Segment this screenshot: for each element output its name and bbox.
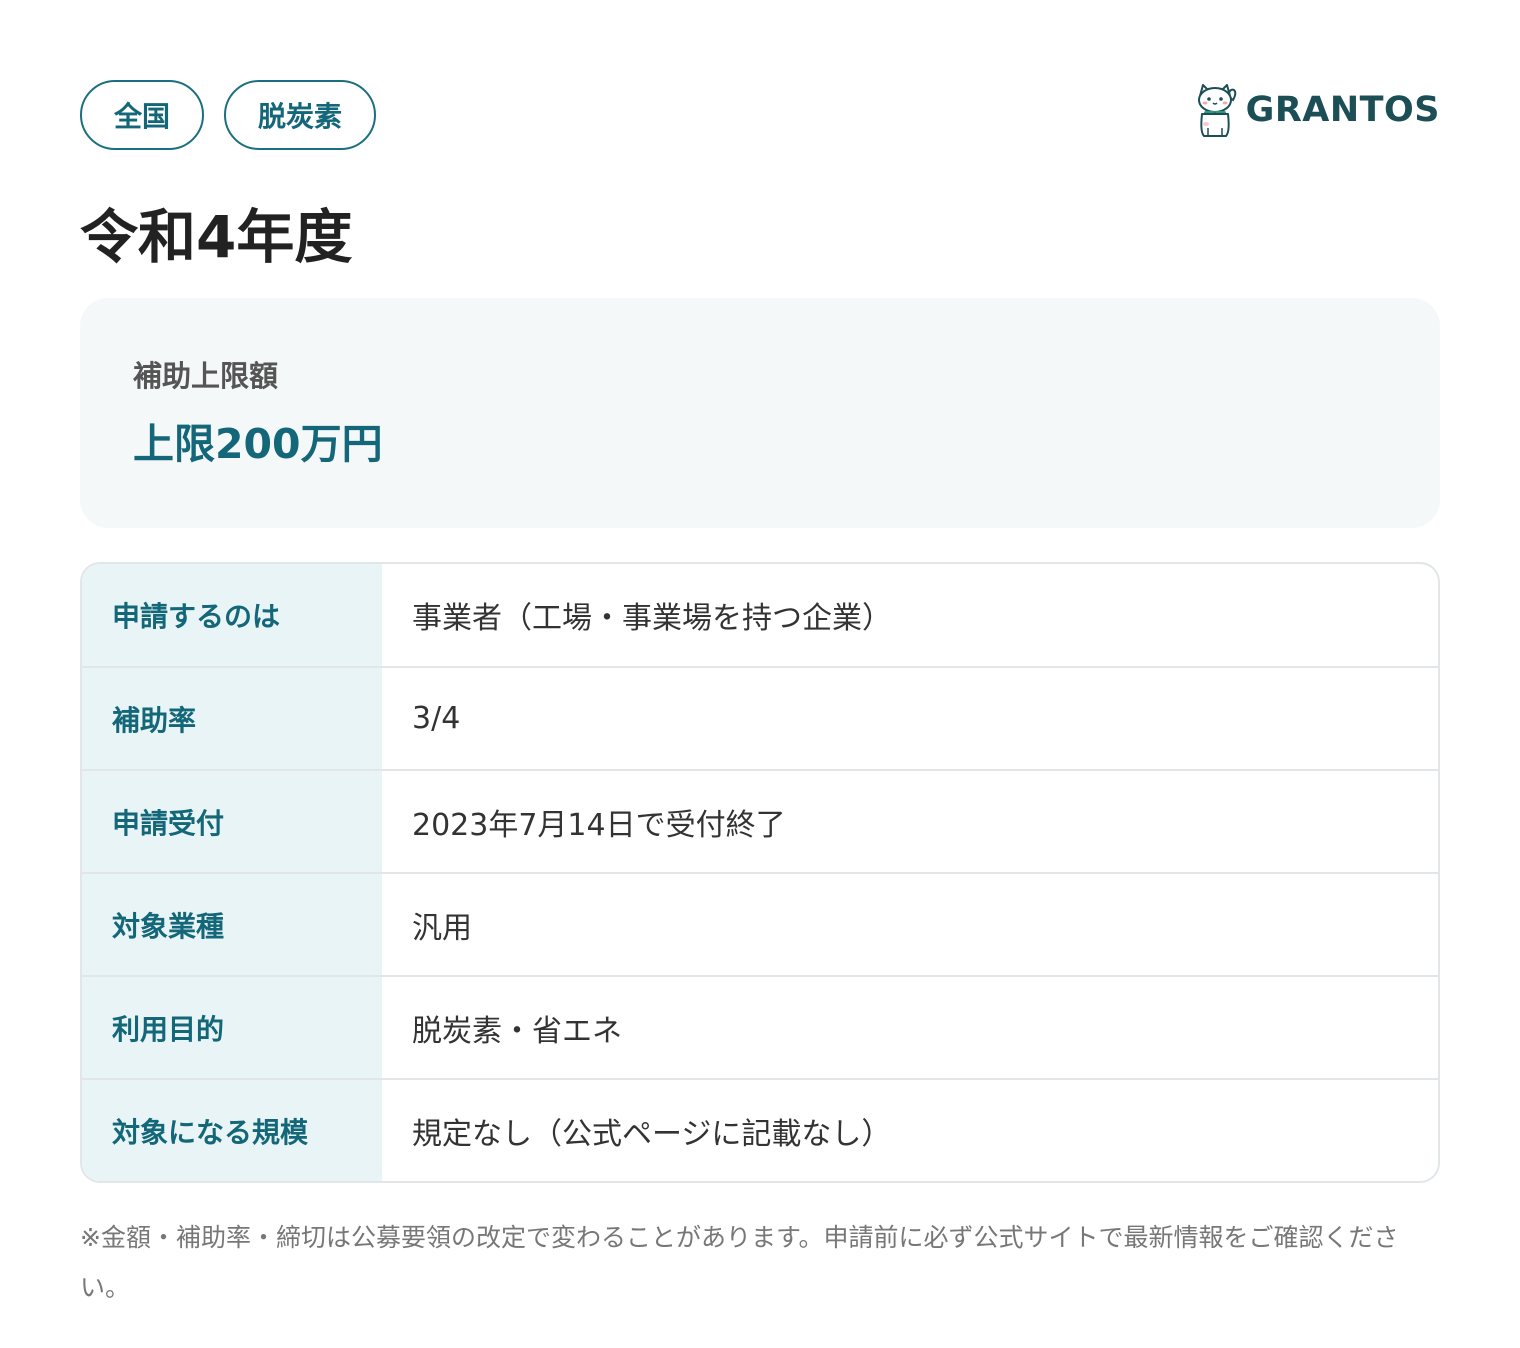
tag-region[interactable]: 全国	[80, 80, 205, 150]
tag-list: 全国 脱炭素	[80, 80, 377, 150]
row-key-purpose: 利用目的	[82, 977, 382, 1078]
page-title: 令和4年度	[80, 203, 353, 271]
brand-logo[interactable]: GRANTOS	[1194, 82, 1440, 138]
row-value-application-period: 2023年7月14日で受付終了	[412, 807, 786, 843]
row-value-industry: 汎用	[412, 910, 472, 946]
row-key-subsidy-rate: 補助率	[82, 668, 382, 769]
row-key-scale: 対象になる規模	[82, 1080, 382, 1181]
table-row: 対象業種 汎用	[82, 872, 1438, 975]
row-value-scale: 規定なし（公式ページに記載なし）	[412, 1116, 892, 1152]
details-table: 申請するのは 事業者（工場・事業場を持つ企業） 補助率 3/4 申請受付 202…	[80, 562, 1440, 1183]
table-row: 申請するのは 事業者（工場・事業場を持つ企業）	[82, 564, 1438, 666]
grant-summary-page: 全国 脱炭素 GRANTOS 令和4年度 補助上限額 上限200万円 申請するの…	[80, 80, 1440, 1313]
disclaimer-note: ※金額・補助率・締切は公募要領の改定で変わることがあります。申請前に必ず公式サイ…	[80, 1223, 1399, 1302]
row-value-applicant: 事業者（工場・事業場を持つ企業）	[412, 601, 892, 636]
maneki-neko-cat-icon	[1197, 84, 1236, 137]
tag-category[interactable]: 脱炭素	[224, 80, 377, 150]
subsidy-limit-value: 上限200万円	[133, 420, 383, 468]
row-key-application-period: 申請受付	[82, 771, 382, 872]
subsidy-limit-card: 補助上限額 上限200万円	[80, 298, 1440, 528]
subsidy-limit-label: 補助上限額	[133, 359, 279, 393]
table-row: 利用目的 脱炭素・省エネ	[82, 975, 1438, 1078]
table-row: 補助率 3/4	[82, 666, 1438, 769]
row-key-applicant: 申請するのは	[82, 564, 382, 666]
table-row: 対象になる規模 規定なし（公式ページに記載なし）	[82, 1078, 1438, 1181]
row-value-subsidy-rate: 3/4	[412, 701, 461, 736]
brand-name: GRANTOS	[1245, 90, 1440, 130]
header-row: 全国 脱炭素 GRANTOS	[80, 80, 1440, 150]
row-value-purpose: 脱炭素・省エネ	[412, 1013, 622, 1049]
table-row: 申請受付 2023年7月14日で受付終了	[82, 769, 1438, 872]
row-key-industry: 対象業種	[82, 874, 382, 975]
